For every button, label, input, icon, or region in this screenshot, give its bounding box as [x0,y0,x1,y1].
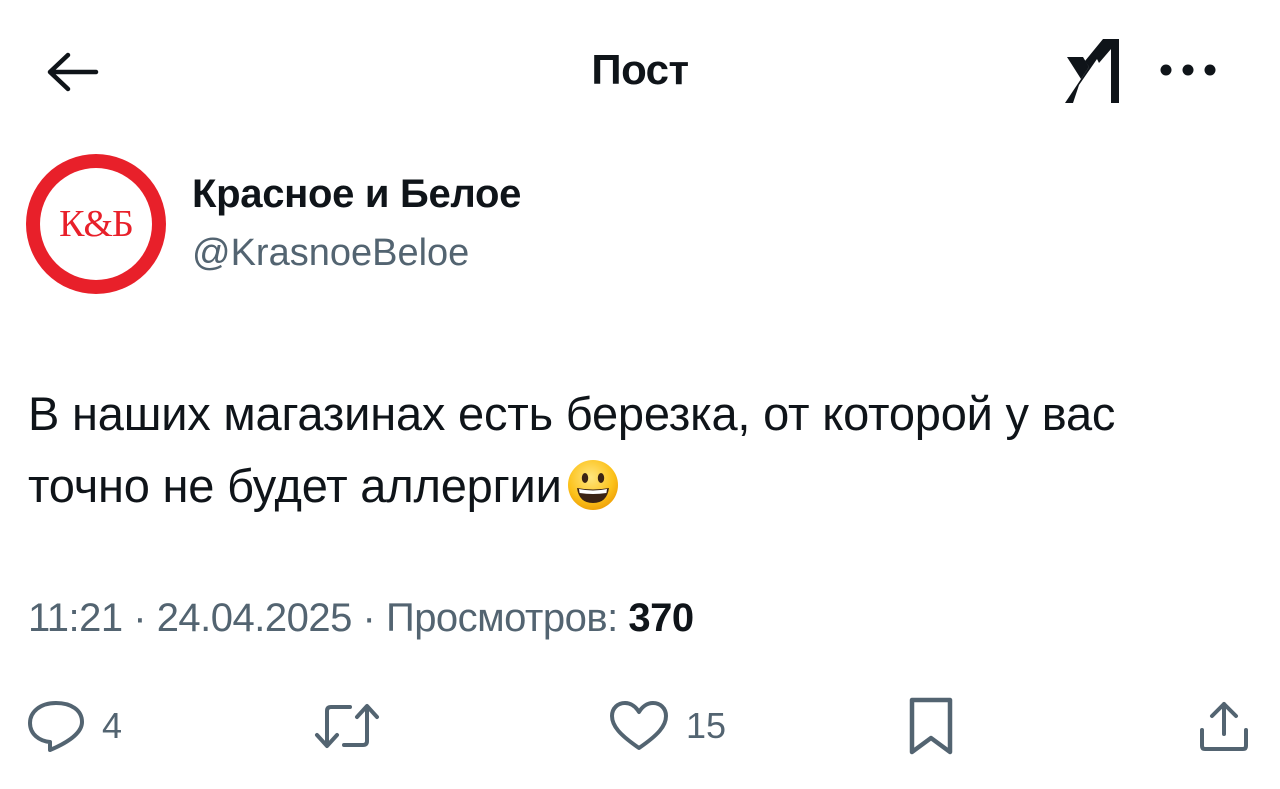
reply-button[interactable]: 4 [26,696,122,756]
views-label: Просмотров: [385,596,618,640]
post-meta: 11:21 · 24.04.2025 · Просмотров: 370 [28,596,694,641]
share-icon [1200,702,1248,751]
like-icon [610,701,668,750]
like-count: 15 [686,705,727,746]
more-options-button[interactable] [1150,48,1226,92]
bookmark-button[interactable] [906,696,956,756]
post-text: В наших магазинах есть березка, от котор… [28,378,1248,522]
grok-button[interactable] [1052,30,1132,110]
repost-icon [315,704,379,748]
meta-separator: · [122,596,157,640]
grok-icon [1065,39,1119,103]
like-button[interactable]: 15 [608,696,726,756]
avatar-logo: К&Б [40,168,152,280]
author-display-name[interactable]: Красное и Белое [192,172,521,217]
post-time[interactable]: 11:21 [28,596,123,640]
reply-icon [28,701,84,752]
avatar[interactable]: К&Б [26,154,166,294]
bookmark-icon [909,697,953,755]
author-handle[interactable]: @KrasnoeBeloe [192,232,469,275]
post-date[interactable]: 24.04.2025 [157,596,353,640]
meta-separator: · [351,596,386,640]
post-page: Пост К&Б Красное и Белое @KrasnoeBeloe В… [0,0,1280,789]
repost-button[interactable] [312,696,398,756]
grinning-face-emoji [567,460,618,510]
views-count[interactable]: 370 [628,596,694,640]
avatar-logo-text: К&Б [59,203,134,245]
more-horizontal-icon [1160,64,1216,76]
share-button[interactable] [1196,696,1252,756]
reply-count: 4 [102,705,123,746]
